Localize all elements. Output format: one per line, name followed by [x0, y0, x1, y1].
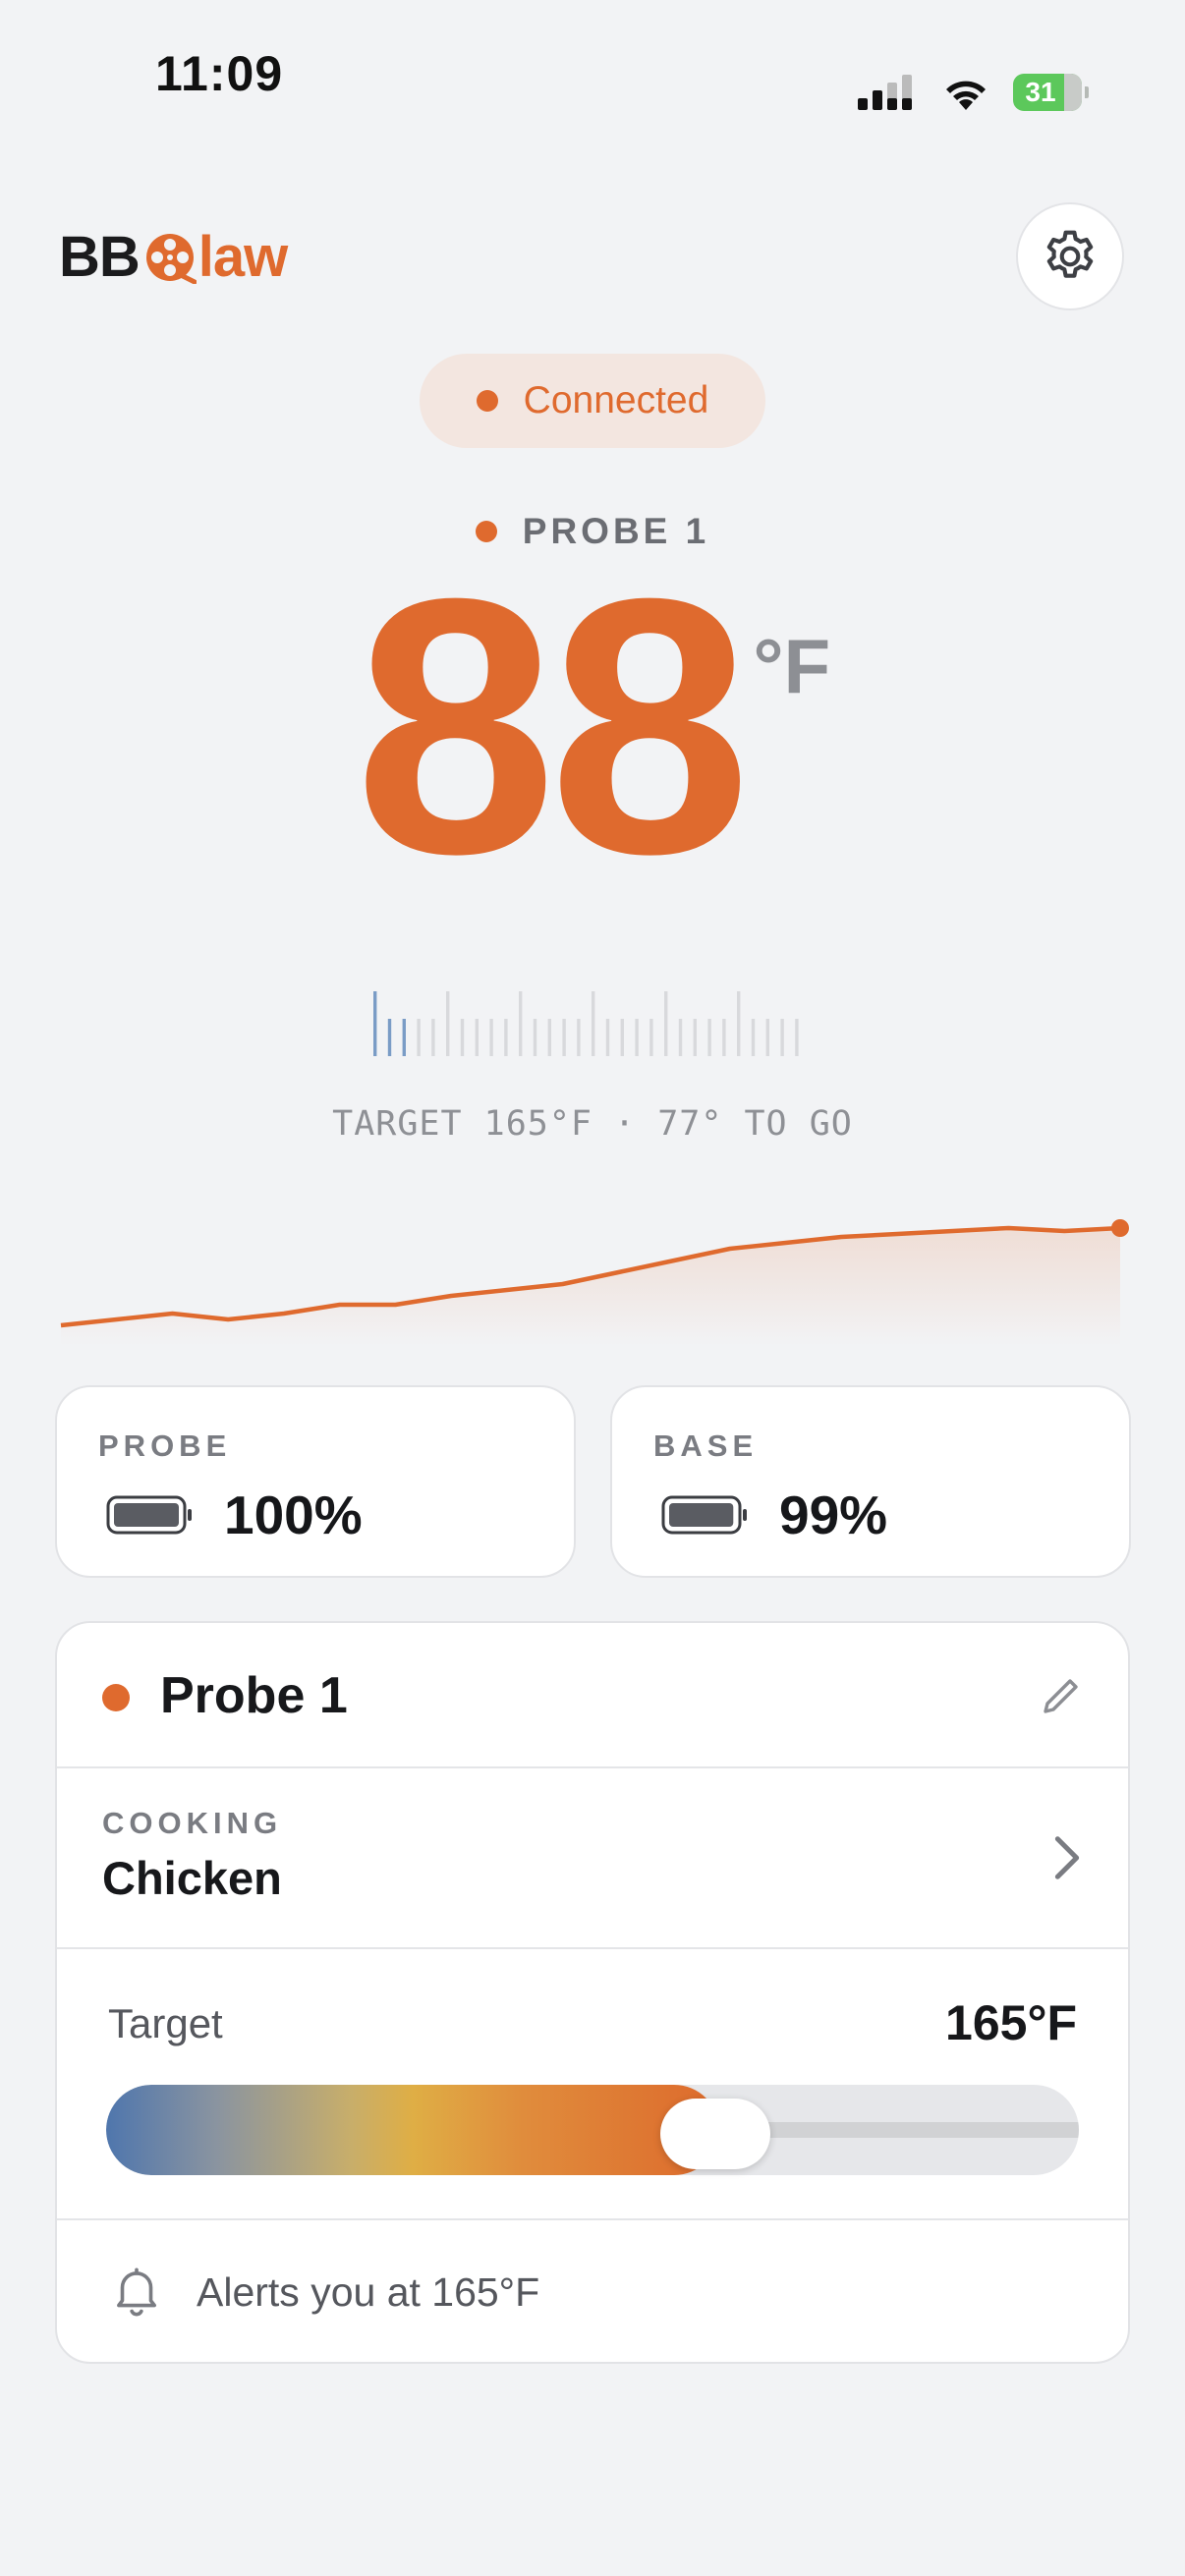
status-icons: 31: [858, 73, 1089, 112]
status-time: 11:09: [155, 46, 284, 101]
progress-tick: [592, 991, 595, 1056]
slider-fill: [106, 2085, 719, 2175]
target-temperature-slider[interactable]: [106, 2085, 1079, 2175]
progress-tick: [402, 1019, 406, 1056]
progress-tick: [387, 1019, 392, 1056]
progress-tick: [460, 1019, 465, 1056]
progress-tick: [373, 991, 377, 1056]
progress-tick: [635, 1019, 639, 1056]
battery-icon: [661, 1495, 747, 1535]
progress-tick: [533, 1019, 537, 1056]
pencil-edit-icon[interactable]: [1038, 1672, 1085, 1719]
temperature-history-chart: [60, 1219, 1129, 1346]
history-area: [61, 1228, 1120, 1346]
progress-tick: [620, 1019, 624, 1056]
progress-tick: [475, 1019, 479, 1056]
progress-tick: [431, 1019, 435, 1056]
cooking-selector-row[interactable]: COOKING Chicken: [57, 1768, 1128, 1947]
cooking-label: COOKING: [102, 1806, 283, 1840]
probe-battery-value: 100%: [224, 1484, 363, 1545]
probe-name: Probe 1: [160, 1667, 348, 1724]
settings-button[interactable]: [1016, 202, 1124, 310]
cooking-value: Chicken: [102, 1852, 282, 1904]
probe-color-dot: [102, 1684, 130, 1711]
alert-row: Alerts you at 165°F: [57, 2220, 1128, 2362]
target-value: 165°F: [945, 1995, 1077, 2050]
probe-settings-card: Probe 1 COOKING Chicken Target 165°F Ale…: [55, 1621, 1130, 2364]
connection-status-badge: Connected: [420, 354, 765, 448]
progress-tick: [577, 1019, 581, 1056]
bell-icon: [117, 2268, 156, 2317]
probe-battery-card: PROBE 100%: [55, 1385, 576, 1578]
progress-tick: [664, 991, 668, 1056]
progress-tick: [707, 1019, 711, 1056]
progress-tick: [446, 991, 450, 1056]
progress-tick: [722, 1019, 726, 1056]
progress-tick: [678, 1019, 683, 1056]
progress-tick: [765, 1019, 769, 1056]
progress-tick: [417, 1019, 421, 1056]
progress-tick: [780, 1019, 784, 1056]
progress-tick: [547, 1019, 551, 1056]
logo-text-right: law: [198, 225, 288, 289]
logo-text-left: BB: [59, 225, 141, 289]
temperature-unit: °F: [753, 623, 831, 709]
progress-tick: [693, 1019, 697, 1056]
chevron-right-icon: [1054, 1836, 1080, 1879]
progress-tick: [737, 991, 741, 1056]
base-battery-card: BASE 99%: [610, 1385, 1131, 1578]
base-battery-label: BASE: [653, 1428, 759, 1463]
target-label: Target: [108, 2000, 223, 2046]
base-battery-value: 99%: [779, 1484, 888, 1545]
temperature-display: 88 °F: [0, 524, 1185, 929]
slider-thumb[interactable]: [659, 2099, 770, 2169]
probe-name-row: Probe 1: [57, 1623, 1128, 1766]
status-battery-level: 31: [1025, 77, 1056, 107]
status-battery-icon: 31: [1013, 74, 1089, 111]
progress-tick: [504, 1019, 508, 1056]
alert-text: Alerts you at 165°F: [197, 2269, 540, 2315]
target-remaining-text: TARGET 165°F · 77° TO GO: [332, 1104, 853, 1144]
battery-icon: [106, 1495, 192, 1535]
progress-tick: [519, 991, 523, 1056]
app-screen: 11:09 31 BB law Connected PROBE 1 88 °F …: [0, 0, 1185, 2576]
progress-tick: [649, 1019, 653, 1056]
progress-tick: [751, 1019, 756, 1056]
cellular-signal-icon: [858, 75, 912, 110]
progress-ticks: [373, 991, 799, 1056]
probe-battery-label: PROBE: [98, 1428, 232, 1463]
history-current-point: [1111, 1219, 1129, 1237]
gear-icon: [1046, 230, 1094, 278]
wifi-icon: [946, 81, 986, 110]
progress-tick: [489, 1019, 493, 1056]
progress-tick: [562, 1019, 566, 1056]
connection-dot: [476, 390, 498, 412]
target-temperature-row: Target 165°F: [57, 1949, 1128, 2175]
app-logo: BB law: [59, 224, 288, 290]
temperature-value: 88: [354, 524, 752, 929]
progress-tick: [605, 1019, 610, 1056]
connection-status-text: Connected: [523, 379, 709, 421]
reel-logo-icon: [145, 233, 197, 284]
progress-tick: [795, 1019, 799, 1056]
